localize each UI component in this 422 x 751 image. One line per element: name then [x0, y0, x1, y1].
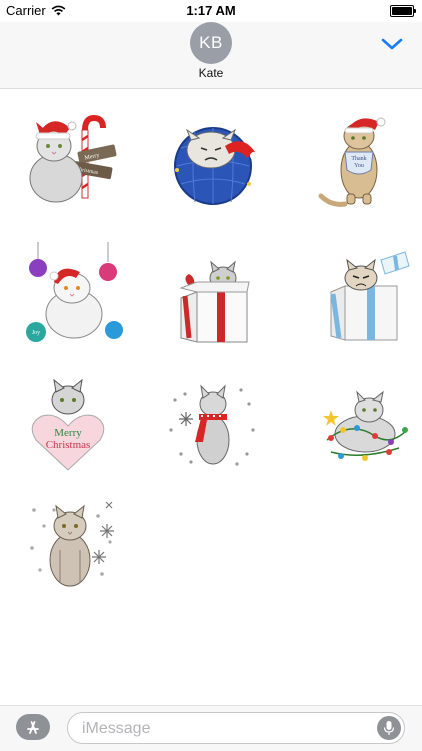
message-field[interactable] — [67, 712, 405, 744]
app-store-button[interactable] — [16, 714, 50, 740]
microphone-button[interactable] — [377, 716, 401, 740]
sticker-grumpy-cat-ornament[interactable] — [151, 108, 271, 218]
sticker-cat-candy-cane[interactable]: Merry Christmas — [14, 108, 134, 218]
app-store-icon — [27, 721, 39, 734]
sticker-cat-ornaments[interactable]: Joy — [14, 242, 134, 352]
status-bar: Carrier 1:17 AM — [0, 0, 422, 22]
sticker-ornament-text: Joy — [32, 330, 40, 336]
contact-name[interactable]: Kate — [0, 66, 422, 80]
conversation-header: KB Kate — [0, 22, 422, 89]
sticker-heart-text-2: Christmas — [46, 439, 91, 451]
microphone-icon — [383, 721, 395, 735]
compose-bar — [0, 705, 422, 751]
sticker-cat-lights[interactable] — [301, 370, 421, 480]
sticker-cat-gift-box[interactable] — [151, 242, 271, 352]
chevron-down-icon[interactable] — [378, 34, 406, 54]
sticker-cat-scarf[interactable] — [151, 370, 271, 480]
avatar[interactable]: KB — [190, 22, 232, 64]
sticker-grumpy-cat-blue-box[interactable] — [301, 242, 421, 352]
sticker-fluffy-cat-snowflakes[interactable] — [14, 490, 134, 600]
sticker-bib-text-1: Thank — [351, 156, 366, 162]
sticker-bib-text-2: You — [354, 163, 364, 169]
sticker-heart-text-1: Merry — [54, 427, 82, 439]
sticker-cat-thank-you[interactable]: Thank You — [301, 108, 421, 218]
message-input[interactable] — [80, 718, 364, 740]
battery-icon — [390, 5, 416, 17]
sticker-cat-heart[interactable]: Merry Christmas — [14, 370, 134, 480]
clock: 1:17 AM — [186, 3, 236, 18]
